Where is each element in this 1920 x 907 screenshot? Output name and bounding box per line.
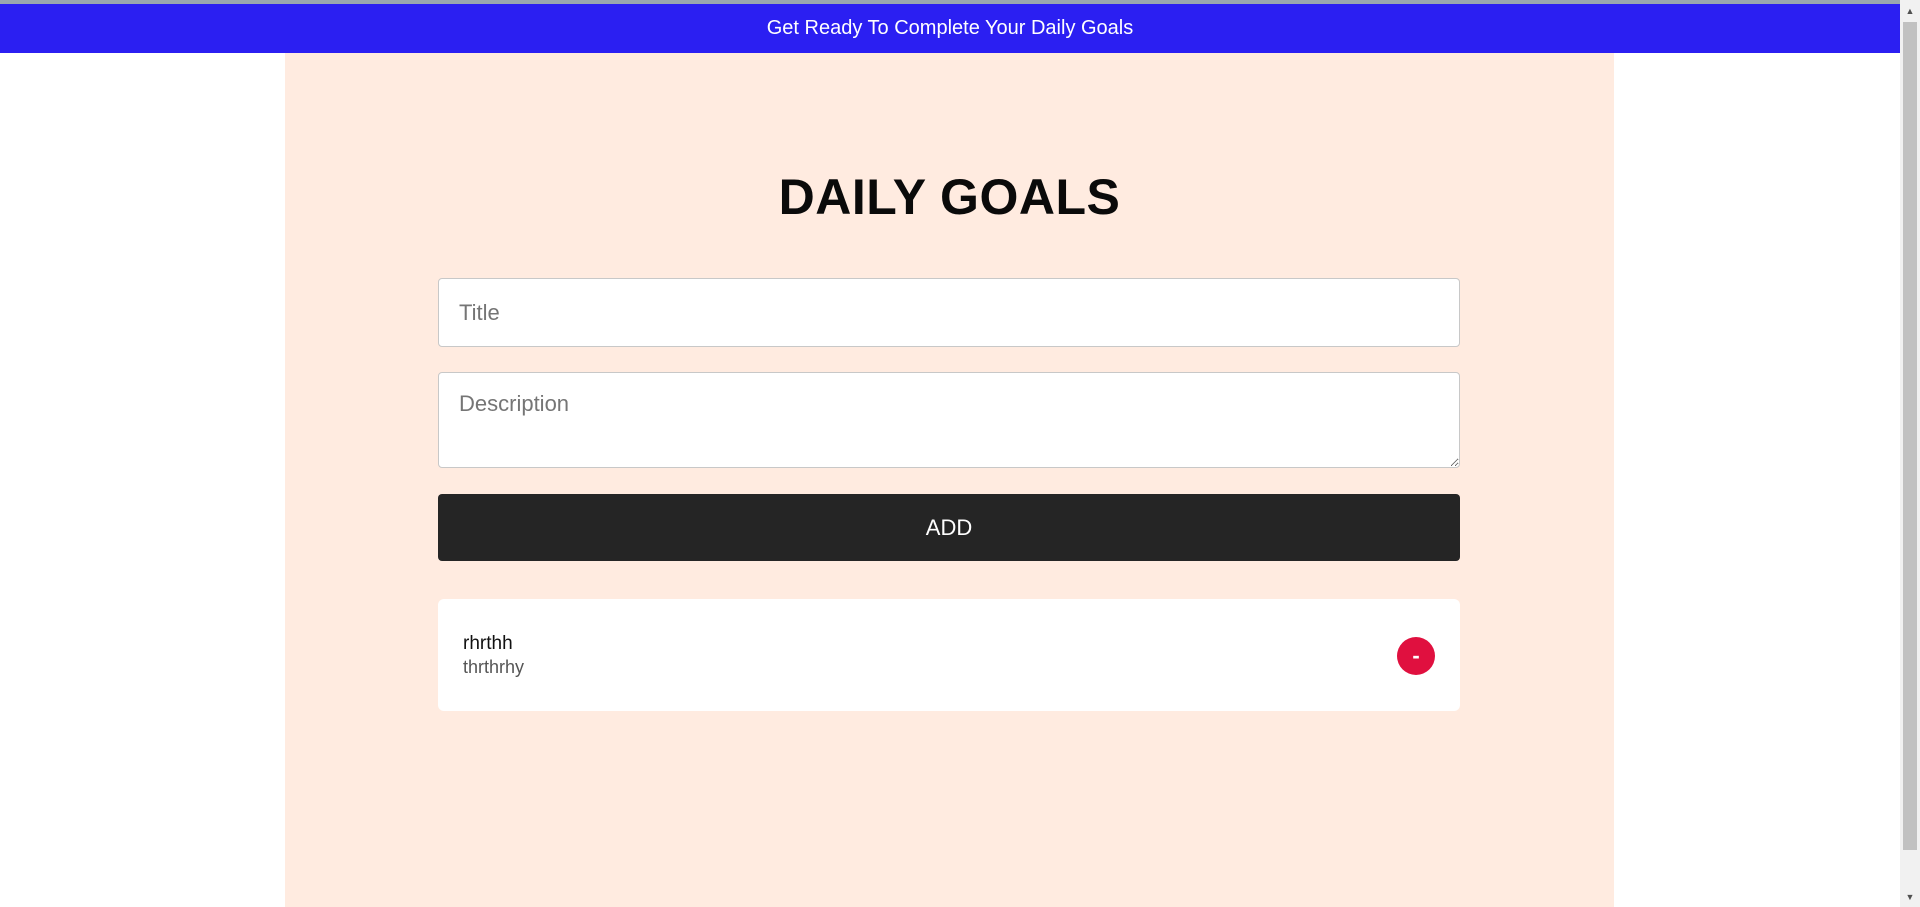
goal-item: rhrthh thrthrhy - [438, 599, 1460, 711]
main-panel: DAILY GOALS ADD rhrthh thrthrhy - [285, 53, 1614, 907]
vertical-scrollbar[interactable]: ▲ ▼ [1900, 0, 1920, 907]
remove-goal-button[interactable]: - [1397, 637, 1435, 675]
title-input[interactable] [438, 278, 1460, 347]
scroll-up-icon[interactable]: ▲ [1900, 2, 1920, 19]
description-input[interactable] [438, 372, 1460, 468]
scrollbar-thumb[interactable] [1903, 22, 1917, 850]
add-button[interactable]: ADD [438, 494, 1460, 561]
goal-description: thrthrhy [463, 657, 525, 677]
page-title: DAILY GOALS [778, 169, 1121, 225]
top-banner: Get Ready To Complete Your Daily Goals [0, 4, 1900, 53]
banner-text: Get Ready To Complete Your Daily Goals [766, 17, 1134, 39]
goal-title: rhrthh [463, 633, 513, 654]
scroll-down-icon[interactable]: ▼ [1900, 888, 1920, 905]
